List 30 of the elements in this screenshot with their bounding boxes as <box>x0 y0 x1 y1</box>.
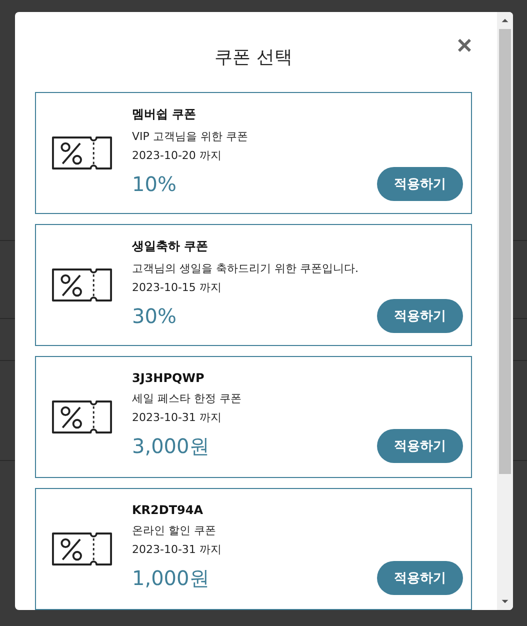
close-button[interactable]: × <box>456 32 472 58</box>
coupon-description: VIP 고객님을 위한 쿠폰 <box>132 128 249 144</box>
discount-value: 10% <box>132 172 176 196</box>
coupon-name: 3J3HPQWP <box>132 371 206 385</box>
coupon-name: 멤버쉽 쿠폰 <box>132 106 198 122</box>
coupon-description: 온라인 할인 쿠폰 <box>132 523 217 538</box>
apply-button[interactable]: 적용하기 <box>377 166 463 200</box>
coupon-description: 세일 페스타 한정 쿠폰 <box>132 391 242 406</box>
discount-value: 30% <box>132 304 176 328</box>
coupon-name: KR2DT94A <box>132 503 204 517</box>
apply-button[interactable]: 적용하기 <box>377 561 463 595</box>
apply-button[interactable]: 적용하기 <box>377 298 463 332</box>
coupon-expiry: 2023-10-20 까지 <box>132 148 222 162</box>
scrollbar[interactable] <box>497 12 513 610</box>
coupon-ticket-icon <box>52 136 112 170</box>
scroll-down-icon[interactable] <box>501 599 509 604</box>
coupon-expiry: 2023-10-15 까지 <box>132 280 222 294</box>
discount-value: 1,000원 <box>132 564 210 592</box>
coupon-expiry: 2023-10-31 까지 <box>132 410 222 425</box>
coupon-name: 생일축하 쿠폰 <box>132 238 210 254</box>
scroll-thumb[interactable] <box>499 29 511 474</box>
apply-button[interactable]: 적용하기 <box>377 429 463 463</box>
scroll-up-icon[interactable] <box>501 18 509 23</box>
coupon-ticket-icon <box>52 532 112 566</box>
coupon-description: 고객님의 생일을 축하드리기 위한 쿠폰입니다. <box>132 260 360 276</box>
discount-value: 3,000원 <box>132 432 210 460</box>
coupon-ticket-icon <box>52 400 112 434</box>
coupon-expiry: 2023-10-31 까지 <box>132 542 222 557</box>
coupon-ticket-icon <box>52 268 112 302</box>
dialog-title: 쿠폰 선택 <box>214 46 292 69</box>
